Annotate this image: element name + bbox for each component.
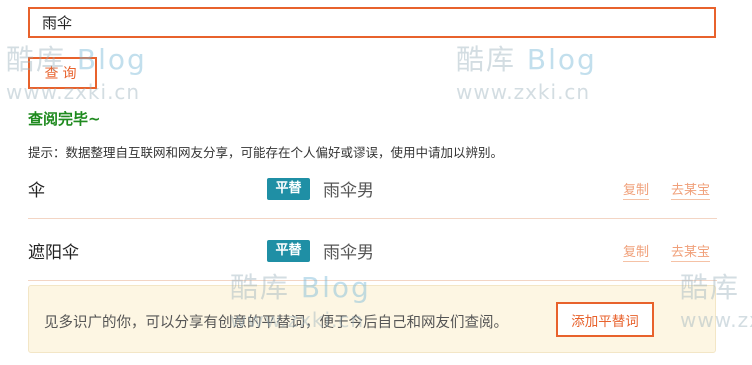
shop-link[interactable]: 去某宝 bbox=[671, 179, 711, 200]
watermark-logo-en: Blog bbox=[526, 43, 597, 76]
result-term: 遮阳伞 bbox=[28, 243, 79, 263]
search-input[interactable] bbox=[28, 7, 716, 38]
alternative-badge: 平替 bbox=[267, 240, 310, 262]
alternative-word: 雨伞男 bbox=[323, 181, 374, 201]
result-row: 遮阳伞 平替 雨伞男 复制 去某宝 bbox=[28, 232, 717, 281]
result-row: 伞 平替 雨伞男 复制 去某宝 bbox=[28, 170, 717, 219]
result-term: 伞 bbox=[28, 181, 45, 201]
copy-link[interactable]: 复制 bbox=[623, 179, 650, 200]
watermark-url: www.zxki.cn bbox=[456, 80, 591, 104]
shop-link[interactable]: 去某宝 bbox=[671, 241, 711, 262]
watermark-logo-cn: 酷库 bbox=[456, 43, 517, 76]
share-prompt-text: 见多识广的你，可以分享有创意的平替词，便于今后自己和网友们查阅。 bbox=[44, 315, 508, 331]
alternative-badge: 平替 bbox=[267, 178, 310, 200]
alternative-word: 雨伞男 bbox=[323, 243, 374, 263]
share-panel: 见多识广的你，可以分享有创意的平替词，便于今后自己和网友们查阅。 添加平替词 bbox=[28, 285, 716, 353]
tip-text: 提示：数据整理自互联网和网友分享，可能存在个人偏好或谬误，使用中请加以辨别。 bbox=[28, 145, 504, 160]
query-done-message: 查阅完毕~ bbox=[28, 110, 101, 128]
query-button[interactable]: 查询 bbox=[28, 57, 97, 89]
watermark: 酷库 Blog www.zxki.cn bbox=[456, 38, 597, 104]
copy-link[interactable]: 复制 bbox=[623, 241, 650, 262]
add-alternative-button[interactable]: 添加平替词 bbox=[556, 302, 654, 337]
